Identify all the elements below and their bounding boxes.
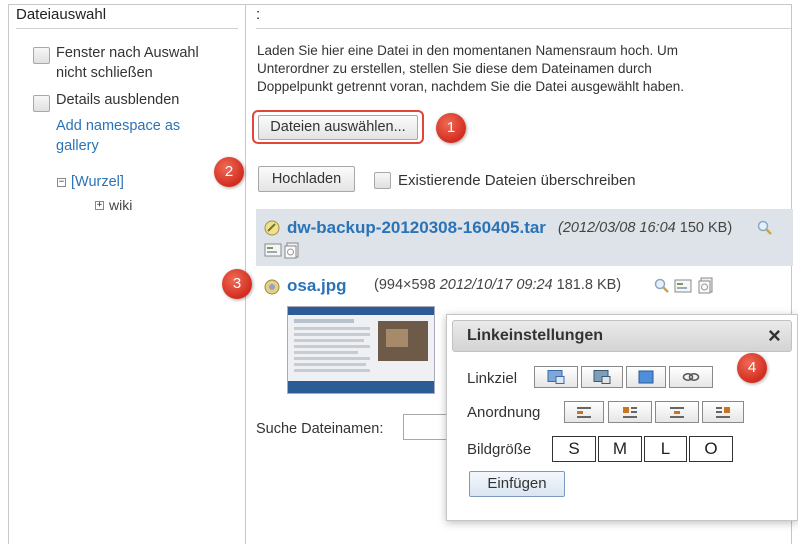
edit-icon[interactable] (264, 243, 282, 262)
upload-button[interactable]: Hochladen (258, 166, 355, 192)
image-file-icon (264, 279, 280, 300)
size-l-button[interactable]: L (644, 436, 687, 462)
file-size-backup: 150 KB) (679, 220, 733, 236)
main-pane-divider (256, 28, 791, 29)
history-icon-osa[interactable] (698, 276, 714, 299)
add-namespace-link-2[interactable]: gallery (56, 136, 99, 156)
magnify-icon-osa[interactable] (654, 278, 670, 299)
file-date-osa: 2012/10/17 09:24 (439, 277, 553, 293)
choose-files-button[interactable]: Dateien auswählen... (258, 115, 418, 140)
align-right-button[interactable] (702, 401, 744, 423)
file-size-osa: 181.8 KB) (556, 277, 622, 293)
file-meta-backup: (2012/03/08 16:04 150 KB) (558, 220, 732, 236)
overwrite-checkbox[interactable] (374, 172, 391, 189)
file-date-backup: (2012/03/08 16:04 (558, 220, 676, 236)
link-target-direct-button[interactable] (581, 366, 623, 388)
osa-thumbnail[interactable] (287, 306, 435, 394)
tree-node-wiki[interactable]: wiki (109, 195, 132, 215)
file-name-osa[interactable]: osa.jpg (287, 276, 347, 296)
file-dimensions-osa: (994×598 (374, 277, 436, 293)
link-target-details-button[interactable] (534, 366, 578, 388)
link-target-image-button[interactable] (626, 366, 666, 388)
keep-window-open-label-2: nicht schließen (56, 65, 153, 81)
size-s-button[interactable]: S (552, 436, 596, 462)
tree-root-wurzel[interactable]: [Wurzel] (71, 172, 124, 192)
add-namespace-link-1[interactable]: Add namespace as (56, 116, 180, 136)
linkziel-label: Linkziel (467, 370, 518, 387)
tar-file-icon (264, 220, 280, 236)
link-target-nolink-button[interactable] (669, 366, 713, 388)
tree-collapse-icon[interactable]: − (57, 178, 66, 187)
callout-1: 1 (436, 113, 466, 143)
size-o-button[interactable]: O (689, 436, 733, 462)
callout-2: 2 (214, 157, 244, 187)
overwrite-label: Existierende Dateien überschreiben (398, 172, 636, 189)
file-name-backup[interactable]: dw-backup-20120308-160405.tar (287, 218, 546, 238)
anordnung-label: Anordnung (467, 404, 541, 421)
upload-intro-text: Laden Sie hier eine Datei in den momenta… (257, 42, 684, 96)
intro-line-1: Laden Sie hier eine Datei in den momenta… (257, 43, 678, 58)
hide-details-label: Details ausblenden (56, 92, 180, 108)
intro-line-2: Unterordner zu erstellen, stellen Sie di… (257, 61, 652, 76)
intro-line-3: Doppelpunkt getrennt voran, nachdem Sie … (257, 79, 685, 94)
edit-icon-osa[interactable] (674, 279, 692, 298)
left-pane-divider (16, 28, 238, 29)
keep-window-open-checkbox[interactable] (33, 47, 50, 64)
popup-title: Linkeinstellungen (467, 327, 604, 344)
left-pane-title: Dateiauswahl (16, 6, 107, 23)
history-icon[interactable] (284, 241, 300, 264)
search-filename-label: Suche Dateinamen: (256, 421, 384, 437)
close-icon[interactable]: × (768, 323, 781, 349)
bildgroesse-label: Bildgröße (467, 441, 532, 458)
callout-4: 4 (737, 353, 767, 383)
callout-3: 3 (222, 269, 252, 299)
align-none-button[interactable] (564, 401, 604, 423)
left-pane (8, 4, 246, 544)
keep-window-open-label-1: Fenster nach Auswahl (56, 45, 199, 61)
tree-expand-icon[interactable]: + (95, 201, 104, 210)
insert-button[interactable]: Einfügen (469, 471, 565, 497)
namespace-header: : (256, 6, 261, 23)
magnify-icon[interactable] (757, 220, 773, 241)
hide-details-checkbox[interactable] (33, 95, 50, 112)
file-meta-osa: (994×598 2012/10/17 09:24 181.8 KB) (374, 277, 621, 293)
align-center-button[interactable] (655, 401, 699, 423)
align-left-button[interactable] (608, 401, 652, 423)
size-m-button[interactable]: M (598, 436, 642, 462)
